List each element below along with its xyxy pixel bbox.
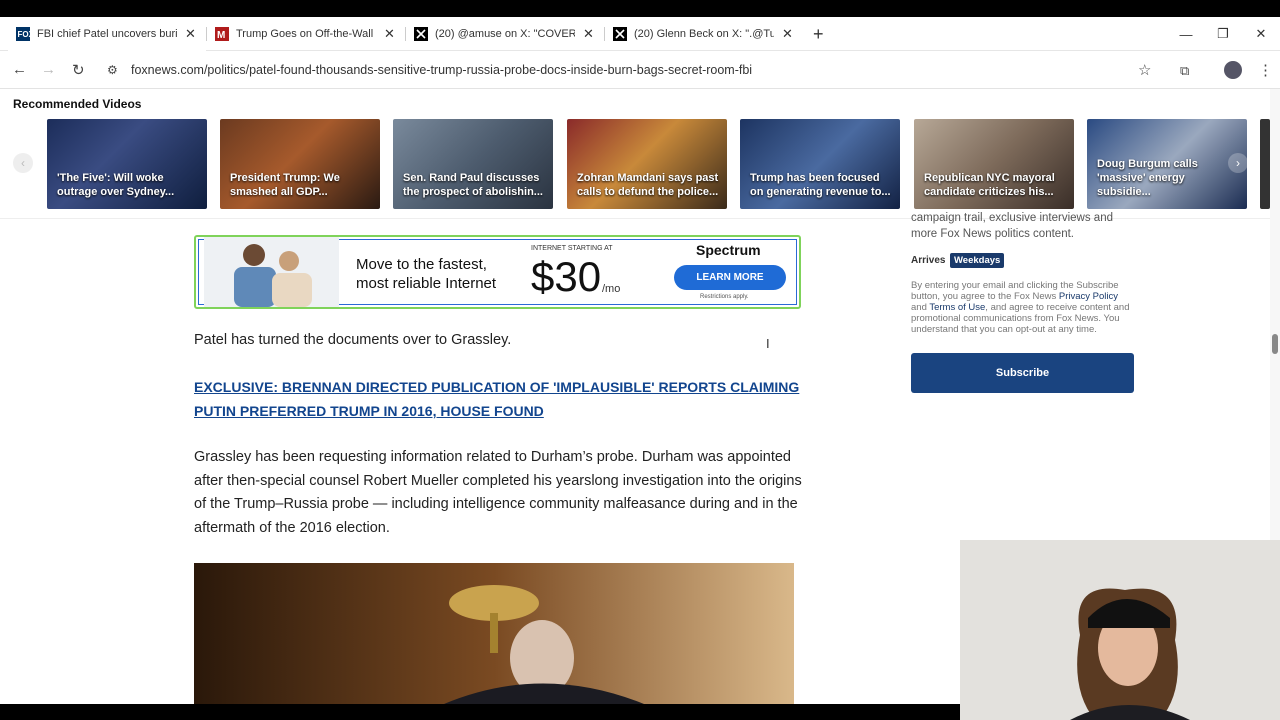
close-tab-icon[interactable]: ✕ — [185, 26, 196, 42]
video-caption: Zohran Mamdani says past calls to defund… — [577, 172, 719, 198]
close-tab-icon[interactable]: ✕ — [384, 26, 395, 42]
terms-of-use-link[interactable]: Terms of Use — [929, 302, 985, 313]
spectrum-logo: Spectrum — [696, 242, 761, 258]
restore-icon[interactable]: ❐ — [1203, 17, 1243, 51]
spectrum-ad[interactable]: Move to the fastest, most reliable Inter… — [194, 235, 801, 309]
tab-glenn-beck-x[interactable]: (20) Glenn Beck on X: ".@TulsiG ✕ — [605, 17, 803, 51]
svg-text:FOX: FOX — [18, 30, 31, 39]
close-tab-icon[interactable]: ✕ — [583, 26, 594, 42]
minimize-icon[interactable]: — — [1166, 17, 1206, 51]
ad-headline-line-2: most reliable Internet — [356, 275, 497, 292]
video-caption: Republican NYC mayoral candidate critici… — [924, 172, 1055, 198]
ad-per-month: /mo — [602, 283, 621, 295]
screen-bottom-bar — [0, 704, 960, 720]
x-icon — [414, 27, 428, 41]
scrollbar-thumb[interactable] — [1272, 334, 1278, 354]
newsletter-description: campaign trail, exclusive interviews and… — [911, 212, 1113, 240]
tab-title: Trump Goes on Off-the-Wall Ra — [236, 28, 376, 40]
ad-learn-more-button[interactable]: LEARN MORE — [674, 265, 786, 290]
video-card[interactable]: 'The Five': Will woke outrage over Sydne… — [47, 119, 207, 209]
ad-starting-at: INTERNET STARTING AT — [531, 245, 613, 252]
mediaite-icon: M — [215, 27, 229, 41]
tab-fbi-patel[interactable]: FOX FBI chief Patel uncovers buried ✕ — [8, 17, 206, 51]
legal-and: and — [911, 302, 927, 313]
tab-search-icon[interactable]: ⧉ — [1180, 63, 1189, 79]
video-caption: 'The Five': Will woke outrage over Sydne… — [57, 172, 175, 198]
tab-title: (20) @amuse on X: "COVERUP — [435, 28, 575, 40]
arrives-badge: Weekdays — [950, 253, 1005, 268]
video-card[interactable]: Trump has been focused on generating rev… — [740, 119, 900, 209]
video-card[interactable]: Zohran Mamdani says past calls to defund… — [567, 119, 727, 209]
tab-amuse-x[interactable]: (20) @amuse on X: "COVERUP ✕ — [406, 17, 604, 51]
newsletter-legal-text: By entering your email and clicking the … — [911, 280, 1136, 335]
recommended-heading: Recommended Videos — [13, 97, 142, 111]
video-card-partial[interactable] — [1260, 119, 1270, 209]
article-paragraph: Patel has turned the documents over to G… — [194, 332, 512, 348]
reload-icon[interactable]: ↻ — [72, 61, 85, 79]
subscribe-button[interactable]: Subscribe — [911, 353, 1134, 393]
forward-icon[interactable]: → — [41, 61, 56, 78]
video-caption: President Trump: We smashed all GDP... — [230, 172, 340, 198]
fox-news-icon: FOX — [16, 27, 30, 41]
new-tab-button[interactable]: + — [805, 17, 829, 51]
arrives-label: Arrives — [911, 255, 946, 266]
article-paragraph: Grassley has been requesting information… — [194, 449, 802, 536]
address-bar: ← → ↻ ⚙ foxnews.com/politics/patel-found… — [0, 51, 1280, 89]
ad-price: $30 — [531, 253, 602, 300]
tab-mediaite[interactable]: M Trump Goes on Off-the-Wall Ra ✕ — [207, 17, 405, 51]
ad-restrictions: Restrictions apply. — [700, 294, 749, 300]
x-icon — [613, 27, 627, 41]
url-field[interactable]: foxnews.com/politics/patel-found-thousan… — [131, 63, 752, 77]
svg-text:M: M — [217, 30, 225, 41]
ad-people-image — [204, 237, 339, 307]
video-card[interactable]: President Trump: We smashed all GDP... — [220, 119, 380, 209]
video-caption: Trump has been focused on generating rev… — [750, 172, 891, 198]
video-card[interactable]: Sen. Rand Paul discusses the prospect of… — [393, 119, 553, 209]
grassley-photo — [194, 563, 794, 704]
privacy-policy-link[interactable]: Privacy Policy — [1059, 291, 1118, 302]
video-card[interactable]: Doug Burgum calls 'massive' energy subsi… — [1087, 119, 1247, 209]
menu-icon[interactable]: ⋮ — [1258, 61, 1273, 79]
carousel-prev-icon[interactable]: ‹ — [13, 153, 33, 173]
exclusive-article-link[interactable]: EXCLUSIVE: BRENNAN DIRECTED PUBLICATION … — [194, 376, 804, 423]
text-cursor-icon: I — [766, 336, 770, 351]
tab-title: FBI chief Patel uncovers buried — [37, 28, 177, 40]
video-caption: Doug Burgum calls 'massive' energy subsi… — [1097, 158, 1198, 198]
carousel-next-icon[interactable]: › — [1228, 153, 1248, 173]
screen-top-bar — [0, 0, 1280, 17]
back-icon[interactable]: ← — [12, 61, 27, 78]
profile-avatar[interactable] — [1224, 61, 1242, 79]
recommended-videos: Recommended Videos ‹ 'The Five': Will wo… — [0, 89, 1270, 219]
video-caption: Sen. Rand Paul discusses the prospect of… — [403, 172, 543, 198]
video-card[interactable]: Republican NYC mayoral candidate critici… — [914, 119, 1074, 209]
bookmark-star-icon[interactable]: ☆ — [1138, 61, 1151, 79]
webcam-overlay — [960, 540, 1280, 720]
tab-strip: FOX FBI chief Patel uncovers buried ✕ M … — [0, 17, 1280, 51]
ad-headline-line-1: Move to the fastest, — [356, 256, 487, 273]
tab-title: (20) Glenn Beck on X: ".@TulsiG — [634, 28, 774, 40]
ad-headline: Move to the fastest, most reliable Inter… — [356, 255, 496, 293]
close-window-icon[interactable]: ✕ — [1241, 17, 1280, 51]
close-tab-icon[interactable]: ✕ — [782, 26, 793, 42]
site-info-icon[interactable]: ⚙ — [107, 63, 118, 77]
newsletter-signup: campaign trail, exclusive interviews and… — [911, 210, 1141, 242]
